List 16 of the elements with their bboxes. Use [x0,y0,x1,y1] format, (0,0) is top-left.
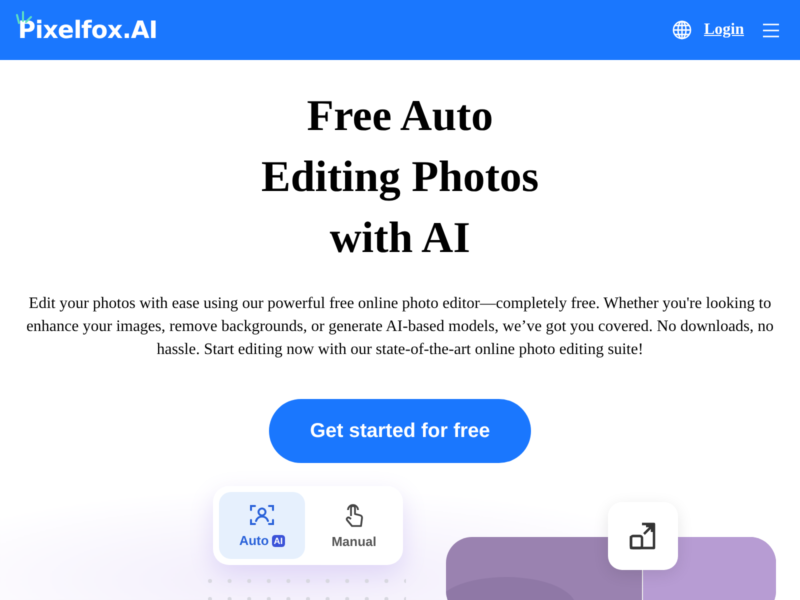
get-started-button[interactable]: Get started for free [269,399,531,463]
hero-title: with AI [328,212,472,264]
globe-icon[interactable] [672,20,692,40]
hero-description: Edit your photos with ease using our powerful free online photo editor—completely free. Whether you're looking to enhance your images, remove backgrounds, or generate AI-based models, we’ve got you covered. No downloads, no hassle. Start editing now with our state-of-the-art online photo editing suite! [25,294,775,360]
logo[interactable]: Pixelfox.AI [18,16,158,44]
expand-button[interactable] [608,502,678,570]
hero-title: Editing Photos [261,151,539,203]
login-link[interactable]: Login [704,21,744,39]
expand-icon [628,521,658,551]
face-scan-icon [249,503,275,527]
mode-tab[interactable]: Manual [311,492,397,559]
menu-icon[interactable] [762,22,780,38]
mode-tab[interactable]: Auto AI [219,492,305,559]
mode-label: Auto [239,533,269,548]
ai-badge: AI [272,534,285,546]
hero-title: Free Auto [306,90,494,142]
